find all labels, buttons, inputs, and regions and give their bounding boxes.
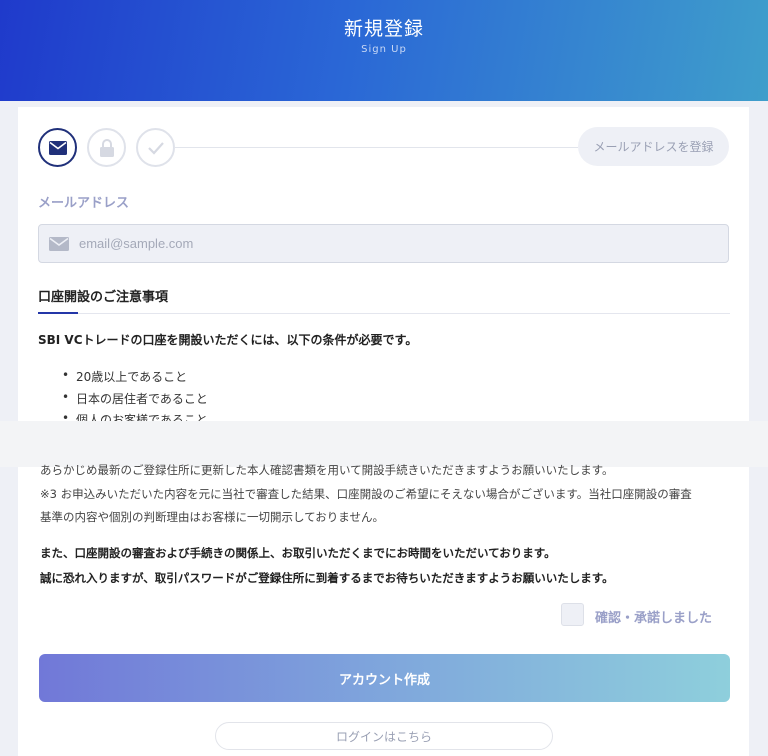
page-subtitle: Sign Up bbox=[361, 44, 407, 55]
notice-note-3: ※3 お申込みいただいた内容を元に当社で審査した結果、口座開設のご希望にそえない… bbox=[40, 487, 692, 501]
step-complete bbox=[136, 128, 175, 167]
notice-note-3-cont: 基準の内容や個別の判断理由はお客様に一切開示しておりません。 bbox=[40, 510, 384, 524]
scroll-overlay bbox=[0, 421, 768, 467]
lock-icon bbox=[99, 138, 114, 157]
step-email bbox=[38, 128, 77, 167]
notice-bold-1: また、口座開設の審査および手続きの関係上、お取引いただくまでにお時間をいただいて… bbox=[40, 546, 556, 560]
envelope-icon bbox=[49, 237, 69, 251]
envelope-icon bbox=[48, 140, 67, 155]
notice-lead: SBI VCトレードの口座を開設いただくには、以下の条件が必要です。 bbox=[38, 333, 418, 347]
stepper-line bbox=[174, 147, 578, 148]
login-link-button[interactable]: ログインはこちら bbox=[215, 722, 553, 750]
notice-bold-2: 誠に恐れ入りますが、取引パスワードがご登録住所に到着するまでお待ちいただきますよ… bbox=[40, 571, 614, 585]
agree-checkbox[interactable] bbox=[561, 603, 584, 626]
step-password bbox=[87, 128, 126, 167]
check-icon bbox=[147, 141, 164, 155]
email-label: メールアドレス bbox=[38, 196, 130, 211]
list-item: 日本の居住者であること bbox=[62, 390, 208, 407]
email-field[interactable] bbox=[38, 224, 729, 263]
email-input[interactable] bbox=[79, 225, 719, 262]
agree-label[interactable]: 確認・承諾しました bbox=[595, 607, 712, 626]
create-account-button[interactable]: アカウント作成 bbox=[39, 654, 730, 702]
page-title: 新規登録 bbox=[343, 18, 424, 40]
page-header: 新規登録 Sign Up bbox=[0, 0, 768, 101]
notice-title: 口座開設のご注意事項 bbox=[38, 290, 169, 305]
notice-title-underline bbox=[38, 312, 78, 314]
notice-paragraph: あらかじめ最新のご登録住所に更新した本人確認書類を用いて開設手続きいただきますよ… bbox=[40, 463, 614, 477]
current-step-label: メールアドレスを登録 bbox=[578, 127, 729, 166]
divider bbox=[78, 313, 730, 314]
list-item: 20歳以上であること bbox=[62, 368, 187, 385]
